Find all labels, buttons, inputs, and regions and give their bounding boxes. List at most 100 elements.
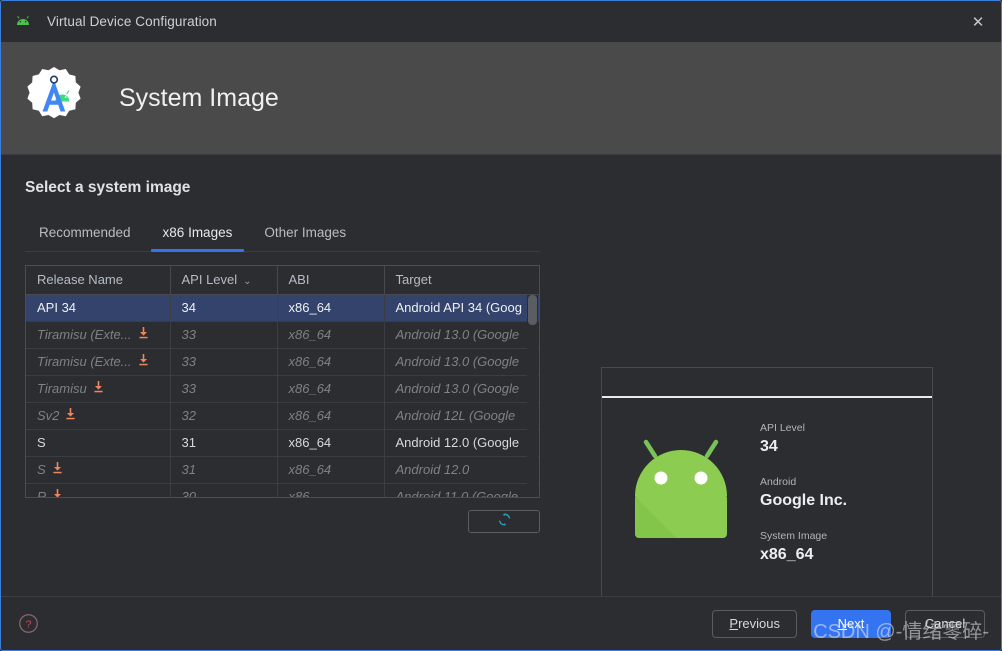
table-body: API 34 34 x86_64 Android API 34 (Goog Tirami… [26,294,539,498]
download-icon[interactable] [52,488,63,497]
cell-api-level[interactable]: 30 [170,483,278,497]
dialog-footer: ? Previous Next Cancel CSDN @-情绪零碎- [1,596,1001,650]
cancel-label: Cancel [924,616,966,631]
tab-label: x86 Images [162,225,233,240]
cell-abi[interactable]: x86_64 [277,429,385,457]
release-name-text: Sv2 [37,408,60,423]
section-title: Select a system image [25,179,191,196]
cell-abi[interactable]: x86_64 [277,348,385,376]
cell-api-level[interactable]: 33 [170,348,278,376]
cell-release-name[interactable]: Tiramisu (Exte... [26,321,171,349]
tab-label: Recommended [39,225,131,240]
next-label-rest: ext [847,616,865,631]
cell-target[interactable]: Android 12.0 [384,456,539,484]
column-label: ABI [288,272,310,288]
column-header-release-name[interactable]: Release Name [26,266,171,295]
cancel-button[interactable]: Cancel [905,609,985,638]
tab-recommended[interactable]: Recommended [25,221,147,251]
system-image-table[interactable]: Release Name API Level⌄ ABI Target API [25,265,540,498]
main-content: Select a system image Recommended x86 Im… [1,155,1001,650]
cell-api-level[interactable]: 31 [170,429,278,457]
download-icon[interactable] [52,461,63,477]
cell-api-level[interactable]: 34 [170,294,278,322]
cell-target[interactable]: Android 12L (Google [384,402,539,430]
release-name-text: S [37,462,46,477]
tab-other-images[interactable]: Other Images [248,221,362,251]
table-row[interactable]: Tiramisu 33 x86_64 Android 13.0 (Google [26,375,539,403]
cell-release-name[interactable]: Sv2 [26,402,171,430]
wizard-banner: System Image [1,42,1001,155]
table-row[interactable]: Sv2 32 x86_64 Android 12L (Google [26,402,539,430]
release-name-text: S [37,435,46,450]
column-label: API Level [181,272,238,288]
release-name-text: R [37,489,47,498]
detail-value-system-image: x86_64 [760,546,814,563]
download-icon[interactable] [138,326,149,342]
previous-label-rest: revious [738,616,780,631]
table-row[interactable]: R 30 x86 Android 11.0 (Google [26,483,539,498]
cell-abi[interactable]: x86_64 [277,321,385,349]
download-icon[interactable] [65,407,76,423]
chevron-down-icon: ⌄ [243,276,252,288]
detail-label-api-level: API Level [760,422,805,434]
release-name-text: API 34 [37,300,77,315]
table-row[interactable]: S 31 x86_64 Android 12.0 [26,456,539,484]
refresh-button[interactable] [468,510,540,533]
detail-label-android: Android [760,476,797,488]
cell-target[interactable]: Android 13.0 (Google [384,321,539,349]
svg-text:?: ? [25,619,31,631]
previous-mnemonic: P [729,616,739,631]
cell-abi[interactable]: x86 [277,483,385,497]
refresh-icon [497,512,512,532]
download-icon[interactable] [93,380,104,396]
cell-abi[interactable]: x86_64 [277,294,385,322]
title-bar: Virtual Device Configuration ✕ [1,1,1001,42]
table-row[interactable]: API 34 34 x86_64 Android API 34 (Goog [26,294,539,322]
cell-target[interactable]: Android 11.0 (Google [384,483,539,497]
image-tabs: Recommended x86 Images Other Images [25,221,540,252]
column-label: Release Name [37,272,123,288]
download-icon[interactable] [138,353,149,369]
cell-api-level[interactable]: 33 [170,321,278,349]
column-header-target[interactable]: Target [384,266,539,295]
cell-api-level[interactable]: 31 [170,456,278,484]
previous-button[interactable]: Previous [712,609,797,638]
next-button[interactable]: Next [811,609,891,638]
table-row[interactable]: S 31 x86_64 Android 12.0 (Google [26,429,539,457]
details-fields: API Level 34 Android Google Inc. System … [760,416,847,584]
cell-api-level[interactable]: 33 [170,375,278,403]
cell-release-name[interactable]: S [26,456,171,484]
android-studio-logo [21,65,87,131]
cell-target[interactable]: Android 13.0 (Google [384,375,539,403]
release-name-text: Tiramisu [37,381,87,396]
close-icon[interactable]: ✕ [955,1,1001,42]
cell-api-level[interactable]: 32 [170,402,278,430]
cell-release-name[interactable]: Tiramisu [26,375,171,403]
cell-target[interactable]: Android 13.0 (Google [384,348,539,376]
cell-target[interactable]: Android API 34 (Goog [384,294,539,322]
table-scrollbar[interactable] [527,295,538,497]
cell-abi[interactable]: x86_64 [277,375,385,403]
cell-release-name[interactable]: R [26,483,171,498]
help-circle-icon[interactable]: ? [17,613,39,635]
cell-release-name[interactable]: S [26,429,171,457]
release-name-text: Tiramisu (Exte... [37,354,132,369]
virtual-device-configuration-window: Virtual Device Configuration ✕ System Im… [0,0,1002,651]
tab-x86-images[interactable]: x86 Images [147,221,249,252]
cell-release-name[interactable]: API 34 [26,294,171,322]
table-row[interactable]: Tiramisu (Exte... 33 x86_64 Android 13.0 (G… [26,321,539,349]
refresh-row [25,510,540,533]
cell-release-name[interactable]: Tiramisu (Exte... [26,348,171,376]
column-header-abi[interactable]: ABI [277,266,385,295]
android-head-icon [15,12,35,32]
cell-abi[interactable]: x86_64 [277,402,385,430]
footer-buttons: Previous Next Cancel [712,609,985,638]
table-row[interactable]: Tiramisu (Exte... 33 x86_64 Android 13.0 (G… [26,348,539,376]
cell-abi[interactable]: x86_64 [277,456,385,484]
details-content: API Level 34 Android Google Inc. System … [602,398,932,584]
page-title: System Image [119,83,279,112]
cell-target[interactable]: Android 12.0 (Google [384,429,539,457]
scrollbar-thumb[interactable] [528,295,537,325]
detail-value-api-level: 34 [760,438,778,455]
column-header-api-level[interactable]: API Level ⌄ [170,266,278,295]
